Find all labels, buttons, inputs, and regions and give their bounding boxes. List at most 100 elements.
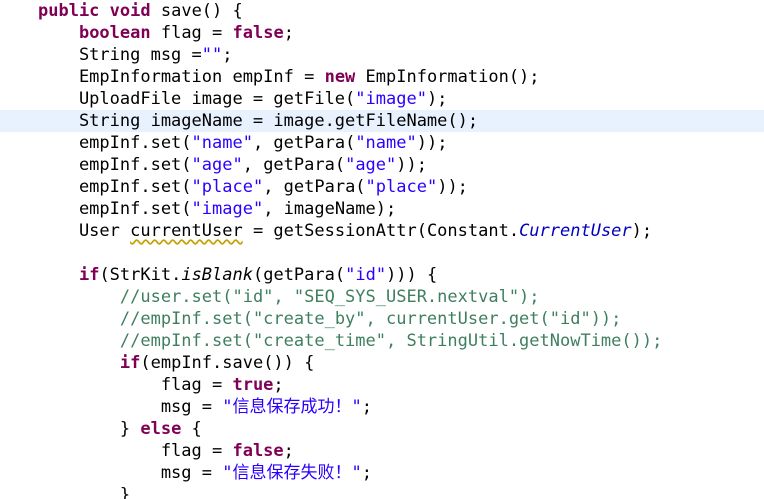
code-line[interactable]: msg = "信息保存成功！"; [0,396,764,418]
code-line[interactable]: flag = true; [0,374,764,396]
token-str: "place" [191,177,264,197]
token-kw: new [324,67,356,87]
token: { [181,419,202,439]
token: } [38,419,141,439]
token-ital: isBlank [181,265,253,285]
code-line[interactable]: empInf.set("age", getPara("age")); [0,154,764,176]
code-line[interactable] [0,242,764,264]
code-text: flag = false; [38,440,294,462]
code-line[interactable]: empInf.set("place", getPara("place")); [0,176,764,198]
code-line[interactable]: User currentUser = getSessionAttr(Consta… [0,220,764,242]
token: ; [273,375,284,395]
code-line-current[interactable]: String imageName = image.getFileName(); [0,110,764,132]
token: msg = [38,463,223,483]
code-text: } else { [38,418,202,440]
code-text: //user.set("id", "SEQ_SYS_USER.nextval")… [38,286,540,308]
code-line[interactable]: flag = false; [0,440,764,462]
token-str: "信息保存失败！" [222,463,362,483]
code-line[interactable]: boolean flag = false; [0,22,764,44]
code-line[interactable]: //empInf.set("create_time", StringUtil.g… [0,330,764,352]
code-editor[interactable]: public void save() { boolean flag = fals… [0,0,764,499]
token-str: "place" [365,177,438,197]
token-kw: false [232,441,284,461]
token-cmt: //empInf.set("create_time", StringUtil.g… [119,331,663,351]
code-text: empInf.set("place", getPara("place")); [38,176,468,198]
token: )); [416,133,448,153]
token: msg = [38,397,223,417]
token: (getPara( [252,265,346,285]
code-line[interactable]: if(StrKit.isBlank(getPara("id"))) { [0,264,764,286]
token-kw: if [119,353,141,373]
token: ; [222,45,233,65]
code-text: empInf.set("image", imageName); [38,198,396,220]
token: save() { [150,1,243,21]
code-line[interactable]: String msg =""; [0,44,764,66]
token: ); [631,221,653,241]
code-text: boolean flag = false; [38,22,294,44]
token-cmt: //empInf.set("create_by", currentUser.ge… [119,309,622,329]
code-line[interactable]: } [0,484,764,499]
code-text: if(StrKit.isBlank(getPara("id"))) { [38,264,437,286]
token-kw: public [38,1,100,21]
token-warn: currentUser [130,221,243,241]
code-line[interactable]: UploadFile image = getFile("image"); [0,88,764,110]
token-str: "name" [355,133,417,153]
token: EmpInformation(); [355,67,540,87]
token: EmpInformation empInf = [38,67,325,87]
code-text: if(empInf.save()) { [38,352,314,374]
token-str: "age" [345,155,397,175]
token-kw: void [109,1,151,21]
token: } [38,485,131,499]
token-str: "name" [191,133,253,153]
token: User [38,221,131,241]
token: empInf.set( [38,155,192,175]
token: (empInf.save()) { [140,353,315,373]
code-line[interactable]: EmpInformation empInf = new EmpInformati… [0,66,764,88]
code-text: UploadFile image = getFile("image"); [38,88,447,110]
code-text: String msg =""; [38,44,233,66]
code-text: } [38,484,130,499]
token: flag = [38,441,233,461]
token: String msg = [38,45,202,65]
token-str: "信息保存成功！" [222,397,362,417]
code-text: flag = true; [38,374,284,396]
code-text: User currentUser = getSessionAttr(Consta… [38,220,652,242]
token: flag = [38,375,233,395]
code-line[interactable]: } else { [0,418,764,440]
token-str: "age" [191,155,243,175]
token: empInf.set( [38,133,192,153]
code-line[interactable]: public void save() { [0,0,764,22]
token: , getPara( [242,155,346,175]
code-text: //empInf.set("create_by", currentUser.ge… [38,308,622,330]
code-text: //empInf.set("create_time", StringUtil.g… [38,330,662,352]
token: (StrKit. [99,265,182,285]
code-line[interactable]: if(empInf.save()) { [0,352,764,374]
token: UploadFile image = getFile( [38,89,356,109]
token: empInf.set( [38,177,192,197]
token-kw: true [232,375,274,395]
code-line[interactable]: empInf.set("name", getPara("name")); [0,132,764,154]
token: ; [283,441,294,461]
token-field: CurrentUser [519,221,632,241]
token: , getPara( [263,177,366,197]
code-line[interactable]: //empInf.set("create_by", currentUser.ge… [0,308,764,330]
token-kw: if [78,265,100,285]
code-line[interactable]: empInf.set("image", imageName); [0,198,764,220]
token: ; [361,463,372,483]
token: ); [426,89,448,109]
token: String imageName = image.getFileName(); [38,111,479,131]
token-str: "id" [345,265,387,285]
code-text: msg = "信息保存失败！"; [38,462,372,484]
code-line[interactable]: msg = "信息保存失败！"; [0,462,764,484]
code-text: empInf.set("age", getPara("age")); [38,154,427,176]
code-line[interactable]: //user.set("id", "SEQ_SYS_USER.nextval")… [0,286,764,308]
token: , getPara( [252,133,356,153]
token-kw: false [232,23,284,43]
token-kw: else [140,419,182,439]
